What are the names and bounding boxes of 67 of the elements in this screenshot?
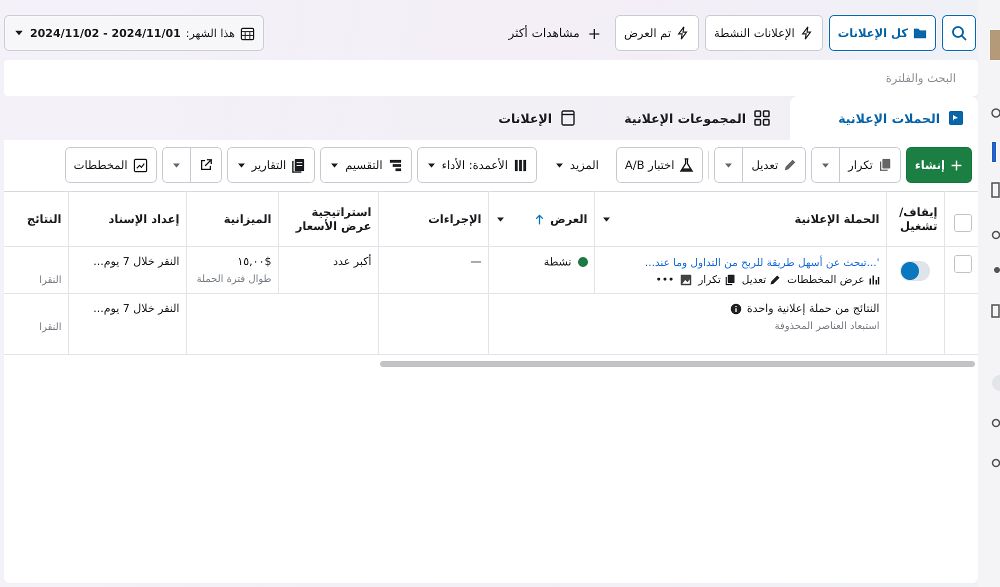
create-button[interactable]: إنشاء	[906, 147, 972, 183]
row-action-link[interactable]: عرض المخططات	[787, 274, 880, 286]
summary-note: استبعاد العناصر المحذوفة	[774, 321, 880, 332]
search-field[interactable]: البحث والفلترة	[4, 60, 978, 96]
select-all-checkbox[interactable]	[954, 214, 972, 232]
dropdown-button[interactable]: الأعمدة: الأداء	[416, 147, 537, 183]
results-note: النقرا	[38, 322, 62, 333]
plus-icon	[950, 158, 963, 172]
view-tab[interactable]: تم العرض	[615, 15, 700, 51]
breakdown-icon	[388, 158, 403, 172]
results-note: النقرا	[38, 275, 62, 286]
campaign-name-link[interactable]: '...تبحث عن أسهل طريقة للربح من التداول وما عند...	[644, 255, 880, 271]
summary-text: النتائج من حملة إعلانية واحدة	[746, 302, 880, 315]
export-icon	[198, 158, 213, 172]
copy-icon	[878, 158, 892, 172]
table-cell: النقر خلال 7 يوم...	[93, 302, 180, 315]
dropdown-button[interactable]	[714, 147, 742, 183]
ad-frame-icon	[560, 110, 576, 126]
search-button[interactable]	[942, 15, 976, 51]
status-text: نشطة	[544, 255, 572, 268]
chart-icon	[132, 158, 148, 172]
budget-note: طوال فترة الحملة	[196, 274, 272, 285]
pencil-icon	[769, 274, 782, 286]
flask-icon	[679, 158, 694, 172]
image-icon	[680, 274, 692, 286]
dropdown-button[interactable]: التقارير	[226, 147, 316, 183]
bar-chart-icon	[868, 274, 880, 286]
column-header[interactable]: الإجراءات	[428, 212, 482, 226]
dropdown-button[interactable]	[811, 147, 840, 183]
view-tab[interactable]: الإعلانات النشطة	[705, 15, 823, 51]
row-action-link[interactable]: تكرار	[698, 274, 736, 286]
toggle-switch[interactable]	[900, 261, 930, 281]
switch-knob[interactable]	[901, 262, 919, 280]
columns-icon	[512, 158, 528, 172]
tab[interactable]: الحملات الإعلانية	[790, 96, 978, 140]
copy-icon	[724, 274, 736, 286]
table-cell: أكبر عدد	[333, 255, 372, 268]
column-header[interactable]: العرض	[550, 212, 588, 226]
pencil-icon	[783, 158, 798, 172]
column-header[interactable]: النتائج	[26, 212, 62, 226]
lightning-icon	[800, 26, 814, 40]
row-checkbox[interactable]	[954, 255, 972, 273]
column-header[interactable]: إعداد الإسناد	[108, 212, 180, 226]
campaign-icon	[948, 110, 964, 126]
grid-icon	[754, 110, 770, 126]
more-actions-button[interactable]: •••	[656, 274, 674, 286]
column-header[interactable]: استراتيجية عرض الأسعار	[284, 204, 372, 234]
table-cell: $١٥,٠٠	[237, 255, 272, 268]
info-icon	[730, 302, 742, 314]
column-header[interactable]: الحملة الإعلانية	[794, 212, 880, 226]
export-button[interactable]	[190, 147, 222, 183]
column-header[interactable]: الميزانية	[224, 212, 272, 226]
folder-icon	[913, 26, 927, 40]
table-cell: النقر خلال 7 يوم...	[93, 255, 180, 268]
table-cell: —	[470, 255, 482, 268]
report-icon	[291, 158, 306, 172]
scrollbar-thumb[interactable]	[380, 361, 975, 367]
column-header[interactable]: إيقاف/ تشغيل	[892, 204, 938, 234]
calendar-icon	[240, 26, 255, 40]
toolbar-button[interactable]: اختبار A/B	[616, 147, 704, 183]
lightning-icon	[676, 26, 690, 40]
dropdown-button[interactable]: التقسيم	[320, 147, 412, 183]
search-icon	[951, 25, 967, 41]
more-views-button[interactable]: + مشاهدات أكثر	[500, 15, 610, 51]
toolbar-button[interactable]: المخططات	[64, 147, 157, 183]
view-tab[interactable]: كل الإعلانات	[828, 15, 936, 51]
row-action-link[interactable]: تعديل	[742, 274, 782, 286]
